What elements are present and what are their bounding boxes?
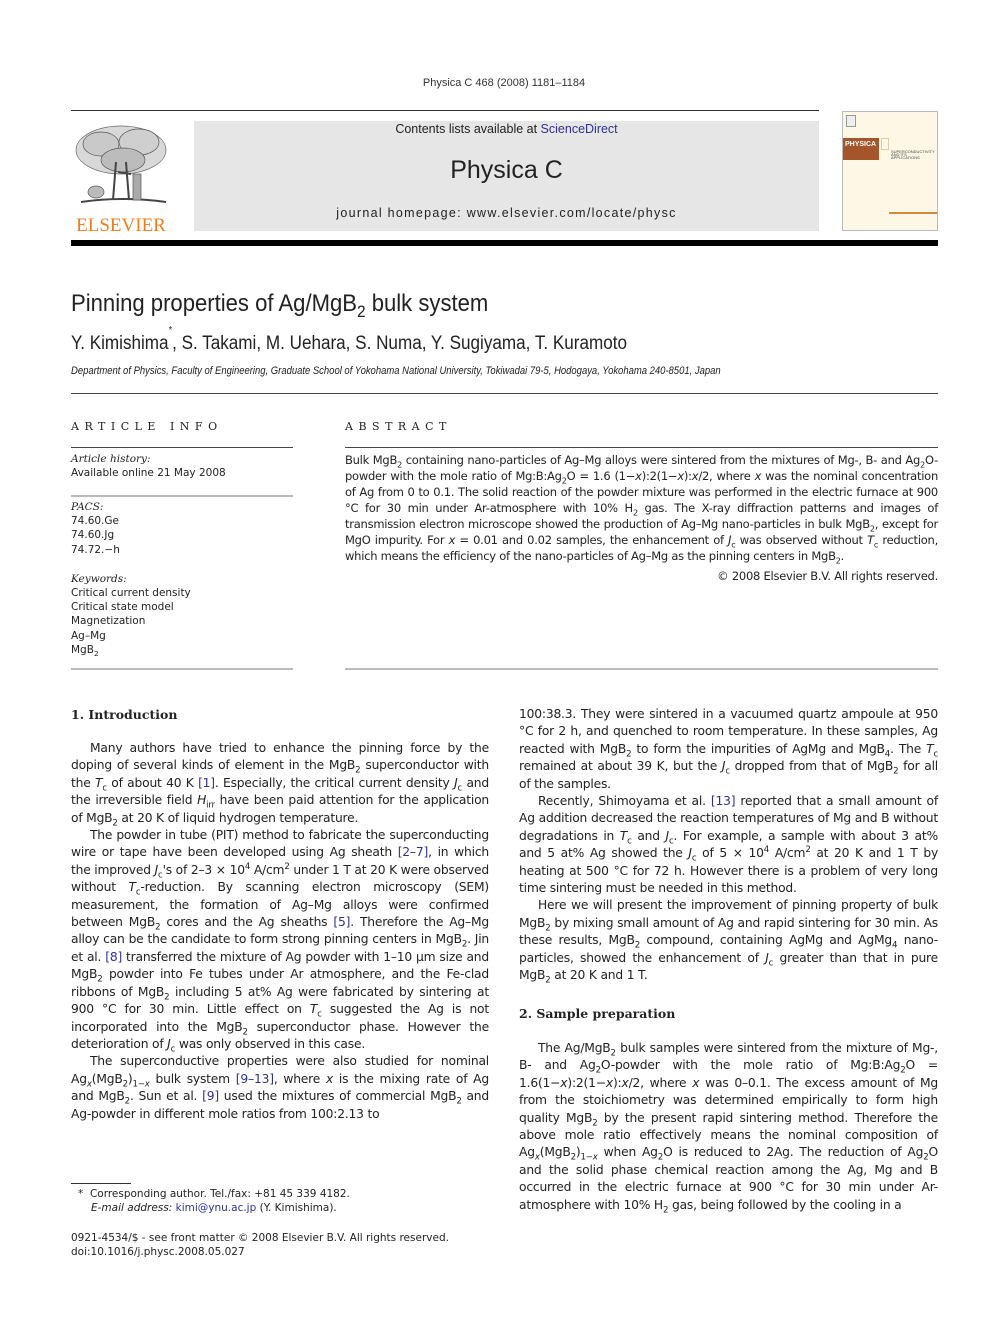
doi-link[interactable]: doi:10.1016/j.physc.2008.05.027 bbox=[71, 1245, 501, 1259]
journal-homepage[interactable]: journal homepage: www.elsevier.com/locat… bbox=[194, 205, 819, 221]
history-label: Article history: bbox=[71, 453, 151, 465]
keyword-subscript: 2 bbox=[93, 648, 99, 658]
title-part: Pinning properties of Ag/MgB bbox=[71, 290, 357, 317]
pacs-code: 74.72.−h bbox=[71, 543, 120, 556]
cover-title: PHYSICA bbox=[843, 138, 879, 160]
divider bbox=[71, 393, 938, 394]
pacs-code: 74.60.Ge bbox=[71, 515, 119, 528]
author-others: , S. Takami, M. Uehara, S. Numa, Y. Sugi… bbox=[172, 333, 628, 354]
divider bbox=[345, 447, 938, 448]
keywords-label: Keywords: bbox=[71, 572, 127, 585]
article-info-heading: ARTICLE INFO bbox=[71, 420, 223, 433]
keyword: Magnetization bbox=[71, 615, 146, 628]
divider bbox=[71, 447, 293, 448]
introduction-body-left: Many authors have tried to enhance the p… bbox=[71, 741, 490, 1121]
sciencedirect-link[interactable]: ScienceDirect bbox=[541, 122, 618, 136]
email-owner: (Y. Kimishima). bbox=[256, 1202, 337, 1214]
header-rule bbox=[71, 110, 819, 111]
header-thick-rule bbox=[71, 240, 938, 246]
pacs-code: 74.60.Jg bbox=[71, 529, 115, 542]
front-matter-text: 0921-4534/$ - see front matter © 2008 El… bbox=[71, 1232, 449, 1244]
tree-icon bbox=[71, 122, 171, 210]
journal-citation: Physica C 468 (2008) 1181–1184 bbox=[422, 77, 586, 89]
email-label: E-mail address: bbox=[91, 1202, 173, 1214]
affiliation: Department of Physics, Faculty of Engine… bbox=[71, 365, 721, 377]
article-title: Pinning properties of Ag/MgB2 bulk syste… bbox=[71, 289, 489, 321]
title-subscript: 2 bbox=[356, 301, 366, 321]
abstract-heading: ABSTRACT bbox=[345, 420, 452, 433]
front-matter: 0921-4534/$ - see front matter © 2008 El… bbox=[71, 1231, 501, 1259]
cover-letter-box bbox=[881, 138, 889, 150]
footnote-text: Corresponding author. Tel./fax: +81 45 3… bbox=[89, 1188, 350, 1200]
title-part: bulk system bbox=[365, 290, 489, 317]
cover-rule bbox=[889, 212, 937, 214]
pacs-block: PACS: 74.60.Ge 74.60.Jg 74.72.−h Keyword… bbox=[71, 500, 293, 657]
author-corresponding[interactable]: Y. Kimishima bbox=[71, 333, 169, 354]
contents-line: Contents lists available at ScienceDirec… bbox=[194, 121, 819, 137]
journal-cover-thumbnail[interactable]: PHYSICA SUPERCONDUCTIVITY AND ITS APPLIC… bbox=[842, 111, 938, 231]
corresponding-mark[interactable]: * bbox=[169, 325, 173, 336]
section-heading-sample-preparation: 2. Sample preparation bbox=[519, 1006, 676, 1021]
footnote-mark: * bbox=[78, 1188, 90, 1200]
history-value: Available online 21 May 2008 bbox=[71, 467, 226, 480]
elsevier-logo[interactable]: ELSEVIER bbox=[71, 122, 171, 236]
author-list: Y. Kimishima*, S. Takami, M. Uehara, S. … bbox=[71, 326, 628, 356]
keyword-text: MgB bbox=[71, 643, 94, 656]
article-history: Article history: Available online 21 May… bbox=[71, 452, 293, 480]
section-heading-introduction: 1. Introduction bbox=[71, 707, 178, 722]
divider bbox=[71, 668, 293, 670]
divider bbox=[345, 668, 938, 670]
abstract-body: Bulk MgB2 containing nano-particles of A… bbox=[345, 453, 939, 583]
footnote-rule bbox=[71, 1183, 131, 1184]
abstract-copyright: © 2008 Elsevier B.V. All rights reserved… bbox=[717, 569, 938, 583]
email-link[interactable]: kimi@ynu.ac.jp bbox=[176, 1202, 257, 1214]
cover-subtitle: SUPERCONDUCTIVITY AND ITS APPLICATIONS bbox=[891, 149, 935, 160]
journal-banner: Contents lists available at ScienceDirec… bbox=[194, 121, 819, 231]
introduction-body-right: 100:38.3. They were sintered in a vacuum… bbox=[519, 707, 939, 986]
journal-title: Physica C bbox=[450, 156, 563, 184]
sample-preparation-body: The Ag/MgB2 bulk samples were sintered f… bbox=[519, 1041, 939, 1216]
contents-prefix: Contents lists available at bbox=[395, 122, 541, 136]
cover-logo-icon bbox=[846, 115, 856, 127]
elsevier-wordmark: ELSEVIER bbox=[76, 215, 166, 236]
keyword: Critical current density bbox=[71, 587, 191, 600]
divider bbox=[71, 495, 293, 497]
keyword: Critical state model bbox=[71, 601, 174, 614]
footnote-corresponding: * Corresponding author. Tel./fax: +81 45… bbox=[78, 1187, 498, 1215]
keyword: MgB2 bbox=[71, 643, 293, 657]
keyword: Ag–Mg bbox=[71, 629, 106, 642]
pacs-label: PACS: bbox=[71, 501, 104, 513]
